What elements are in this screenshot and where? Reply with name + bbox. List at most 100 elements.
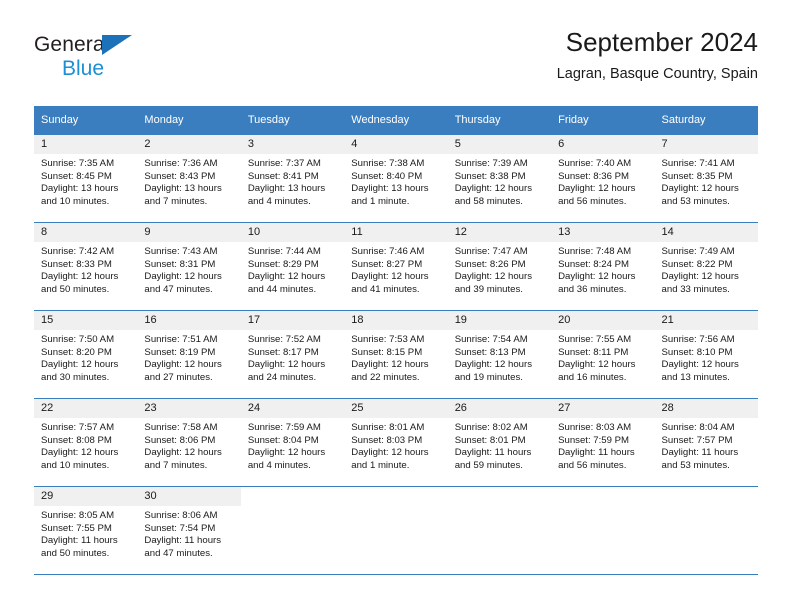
weekday-header-wednesday: Wednesday bbox=[344, 106, 448, 135]
day-cell[interactable]: 12 Sunrise: 7:47 AM Sunset: 8:26 PM Dayl… bbox=[447, 222, 552, 311]
daylight-text: Daylight: 12 hours and 4 minutes. bbox=[247, 447, 326, 471]
day-cell[interactable]: 5 Sunrise: 7:39 AM Sunset: 8:38 PM Dayli… bbox=[447, 134, 552, 223]
daylight-text: Daylight: 12 hours and 30 minutes. bbox=[41, 359, 119, 383]
day-details: Sunrise: 7:44 AM Sunset: 8:29 PM Dayligh… bbox=[241, 242, 344, 296]
sunset-text: Sunset: 8:11 PM bbox=[558, 346, 629, 358]
day-number: 3 bbox=[240, 135, 345, 154]
daylight-text: Daylight: 12 hours and 16 minutes. bbox=[558, 359, 636, 383]
day-cell[interactable]: 10 Sunrise: 7:44 AM Sunset: 8:29 PM Dayl… bbox=[240, 222, 345, 311]
day-cell[interactable]: 9 Sunrise: 7:43 AM Sunset: 8:31 PM Dayli… bbox=[137, 222, 241, 311]
daylight-text: Daylight: 12 hours and 39 minutes. bbox=[454, 271, 533, 295]
day-details: Sunrise: 8:05 AM Sunset: 7:55 PM Dayligh… bbox=[34, 506, 137, 560]
calendar-table: Sunday Monday Tuesday Wednesday Thursday… bbox=[34, 106, 758, 575]
sunrise-text: Sunrise: 7:58 AM bbox=[144, 422, 218, 433]
sunrise-text: Sunrise: 8:02 AM bbox=[454, 422, 528, 433]
sunset-text: Sunset: 8:19 PM bbox=[144, 346, 216, 358]
sunrise-text: Sunrise: 7:37 AM bbox=[247, 158, 321, 169]
calendar-week-row: 15 Sunrise: 7:50 AM Sunset: 8:20 PM Dayl… bbox=[34, 310, 758, 399]
sunrise-text: Sunrise: 7:56 AM bbox=[661, 334, 735, 345]
day-cell[interactable]: 18 Sunrise: 7:53 AM Sunset: 8:15 PM Dayl… bbox=[344, 310, 448, 399]
sunset-text: Sunset: 8:08 PM bbox=[41, 434, 112, 446]
day-details: Sunrise: 7:42 AM Sunset: 8:33 PM Dayligh… bbox=[34, 242, 137, 296]
day-number: 9 bbox=[137, 223, 241, 242]
daylight-text: Daylight: 12 hours and 56 minutes. bbox=[558, 183, 636, 207]
weekday-header-tuesday: Tuesday bbox=[240, 106, 345, 135]
weekday-header-thursday: Thursday bbox=[447, 106, 552, 135]
day-details: Sunrise: 7:35 AM Sunset: 8:45 PM Dayligh… bbox=[34, 154, 137, 208]
day-cell[interactable]: 27 Sunrise: 8:03 AM Sunset: 7:59 PM Dayl… bbox=[551, 398, 655, 487]
sunrise-text: Sunrise: 8:05 AM bbox=[41, 510, 115, 521]
day-number bbox=[241, 487, 344, 506]
sunrise-text: Sunrise: 7:43 AM bbox=[144, 246, 218, 257]
day-cell[interactable]: 26 Sunrise: 8:02 AM Sunset: 8:01 PM Dayl… bbox=[447, 398, 552, 487]
calendar-week-row: 8 Sunrise: 7:42 AM Sunset: 8:33 PM Dayli… bbox=[34, 222, 758, 311]
day-details: Sunrise: 7:46 AM Sunset: 8:27 PM Dayligh… bbox=[344, 242, 447, 296]
day-cell[interactable]: 23 Sunrise: 7:58 AM Sunset: 8:06 PM Dayl… bbox=[137, 398, 241, 487]
location-subtitle: Lagran, Basque Country, Spain bbox=[556, 65, 758, 82]
day-cell[interactable]: 17 Sunrise: 7:52 AM Sunset: 8:17 PM Dayl… bbox=[240, 310, 345, 399]
daylight-text: Daylight: 12 hours and 41 minutes. bbox=[351, 271, 429, 295]
sunset-text: Sunset: 8:43 PM bbox=[144, 170, 216, 182]
sunset-text: Sunset: 8:10 PM bbox=[661, 346, 733, 358]
sunset-text: Sunset: 8:45 PM bbox=[41, 170, 112, 182]
day-number: 23 bbox=[137, 399, 241, 418]
sunrise-text: Sunrise: 7:51 AM bbox=[144, 334, 218, 345]
day-cell[interactable]: 11 Sunrise: 7:46 AM Sunset: 8:27 PM Dayl… bbox=[344, 222, 448, 311]
daylight-text: Daylight: 12 hours and 7 minutes. bbox=[144, 447, 222, 471]
day-cell[interactable]: 6 Sunrise: 7:40 AM Sunset: 8:36 PM Dayli… bbox=[551, 134, 655, 223]
day-cell[interactable]: 3 Sunrise: 7:37 AM Sunset: 8:41 PM Dayli… bbox=[240, 134, 345, 223]
page-title: September 2024 bbox=[565, 27, 758, 57]
sunset-text: Sunset: 8:03 PM bbox=[351, 434, 423, 446]
sunrise-text: Sunrise: 7:46 AM bbox=[351, 246, 425, 257]
day-cell[interactable]: 13 Sunrise: 7:48 AM Sunset: 8:24 PM Dayl… bbox=[551, 222, 655, 311]
day-cell[interactable]: 4 Sunrise: 7:38 AM Sunset: 8:40 PM Dayli… bbox=[344, 134, 448, 223]
day-details: Sunrise: 7:38 AM Sunset: 8:40 PM Dayligh… bbox=[344, 154, 447, 208]
day-cell-empty bbox=[447, 486, 552, 575]
sunset-text: Sunset: 8:38 PM bbox=[454, 170, 526, 182]
day-cell[interactable]: 21 Sunrise: 7:56 AM Sunset: 8:10 PM Dayl… bbox=[654, 310, 758, 399]
sunrise-text: Sunrise: 7:40 AM bbox=[558, 158, 632, 169]
day-cell[interactable]: 15 Sunrise: 7:50 AM Sunset: 8:20 PM Dayl… bbox=[34, 310, 138, 399]
day-cell[interactable]: 29 Sunrise: 8:05 AM Sunset: 7:55 PM Dayl… bbox=[34, 486, 138, 575]
daylight-text: Daylight: 13 hours and 7 minutes. bbox=[144, 183, 222, 207]
day-number: 7 bbox=[654, 135, 758, 154]
day-details: Sunrise: 7:40 AM Sunset: 8:36 PM Dayligh… bbox=[551, 154, 654, 208]
day-details: Sunrise: 7:59 AM Sunset: 8:04 PM Dayligh… bbox=[241, 418, 344, 472]
daylight-text: Daylight: 11 hours and 50 minutes. bbox=[41, 535, 118, 559]
weekday-header-monday: Monday bbox=[137, 106, 241, 135]
day-cell[interactable]: 19 Sunrise: 7:54 AM Sunset: 8:13 PM Dayl… bbox=[447, 310, 552, 399]
day-number: 21 bbox=[654, 311, 758, 330]
day-details: Sunrise: 7:47 AM Sunset: 8:26 PM Dayligh… bbox=[448, 242, 551, 296]
daylight-text: Daylight: 13 hours and 1 minute. bbox=[351, 183, 429, 207]
daylight-text: Daylight: 12 hours and 58 minutes. bbox=[454, 183, 533, 207]
day-number: 1 bbox=[34, 135, 138, 154]
day-number: 15 bbox=[34, 311, 138, 330]
day-number: 13 bbox=[551, 223, 655, 242]
day-details: Sunrise: 7:54 AM Sunset: 8:13 PM Dayligh… bbox=[448, 330, 551, 384]
day-cell[interactable]: 22 Sunrise: 7:57 AM Sunset: 8:08 PM Dayl… bbox=[34, 398, 138, 487]
weekday-header-saturday: Saturday bbox=[654, 106, 758, 135]
day-details: Sunrise: 8:02 AM Sunset: 8:01 PM Dayligh… bbox=[448, 418, 551, 472]
day-number: 12 bbox=[447, 223, 552, 242]
day-cell[interactable]: 30 Sunrise: 8:06 AM Sunset: 7:54 PM Dayl… bbox=[137, 486, 241, 575]
day-cell[interactable]: 8 Sunrise: 7:42 AM Sunset: 8:33 PM Dayli… bbox=[34, 222, 138, 311]
day-cell[interactable]: 25 Sunrise: 8:01 AM Sunset: 8:03 PM Dayl… bbox=[344, 398, 448, 487]
day-cell[interactable]: 28 Sunrise: 8:04 AM Sunset: 7:57 PM Dayl… bbox=[654, 398, 758, 487]
sunset-text: Sunset: 8:17 PM bbox=[247, 346, 319, 358]
daylight-text: Daylight: 11 hours and 56 minutes. bbox=[558, 447, 635, 471]
day-cell[interactable]: 14 Sunrise: 7:49 AM Sunset: 8:22 PM Dayl… bbox=[654, 222, 758, 311]
day-cell[interactable]: 20 Sunrise: 7:55 AM Sunset: 8:11 PM Dayl… bbox=[551, 310, 655, 399]
daylight-text: Daylight: 12 hours and 47 minutes. bbox=[144, 271, 222, 295]
day-details: Sunrise: 7:36 AM Sunset: 8:43 PM Dayligh… bbox=[137, 154, 240, 208]
generalblue-logo[interactable]: General Blue bbox=[34, 34, 214, 82]
day-number: 14 bbox=[654, 223, 758, 242]
day-cell[interactable]: 16 Sunrise: 7:51 AM Sunset: 8:19 PM Dayl… bbox=[137, 310, 241, 399]
day-number: 17 bbox=[240, 311, 345, 330]
sunrise-text: Sunrise: 7:47 AM bbox=[454, 246, 528, 257]
day-number: 2 bbox=[137, 135, 241, 154]
day-cell[interactable]: 24 Sunrise: 7:59 AM Sunset: 8:04 PM Dayl… bbox=[240, 398, 345, 487]
day-cell[interactable]: 7 Sunrise: 7:41 AM Sunset: 8:35 PM Dayli… bbox=[654, 134, 758, 223]
day-cell[interactable]: 2 Sunrise: 7:36 AM Sunset: 8:43 PM Dayli… bbox=[137, 134, 241, 223]
day-details: Sunrise: 7:58 AM Sunset: 8:06 PM Dayligh… bbox=[137, 418, 240, 472]
day-cell[interactable]: 1 Sunrise: 7:35 AM Sunset: 8:45 PM Dayli… bbox=[34, 134, 138, 223]
